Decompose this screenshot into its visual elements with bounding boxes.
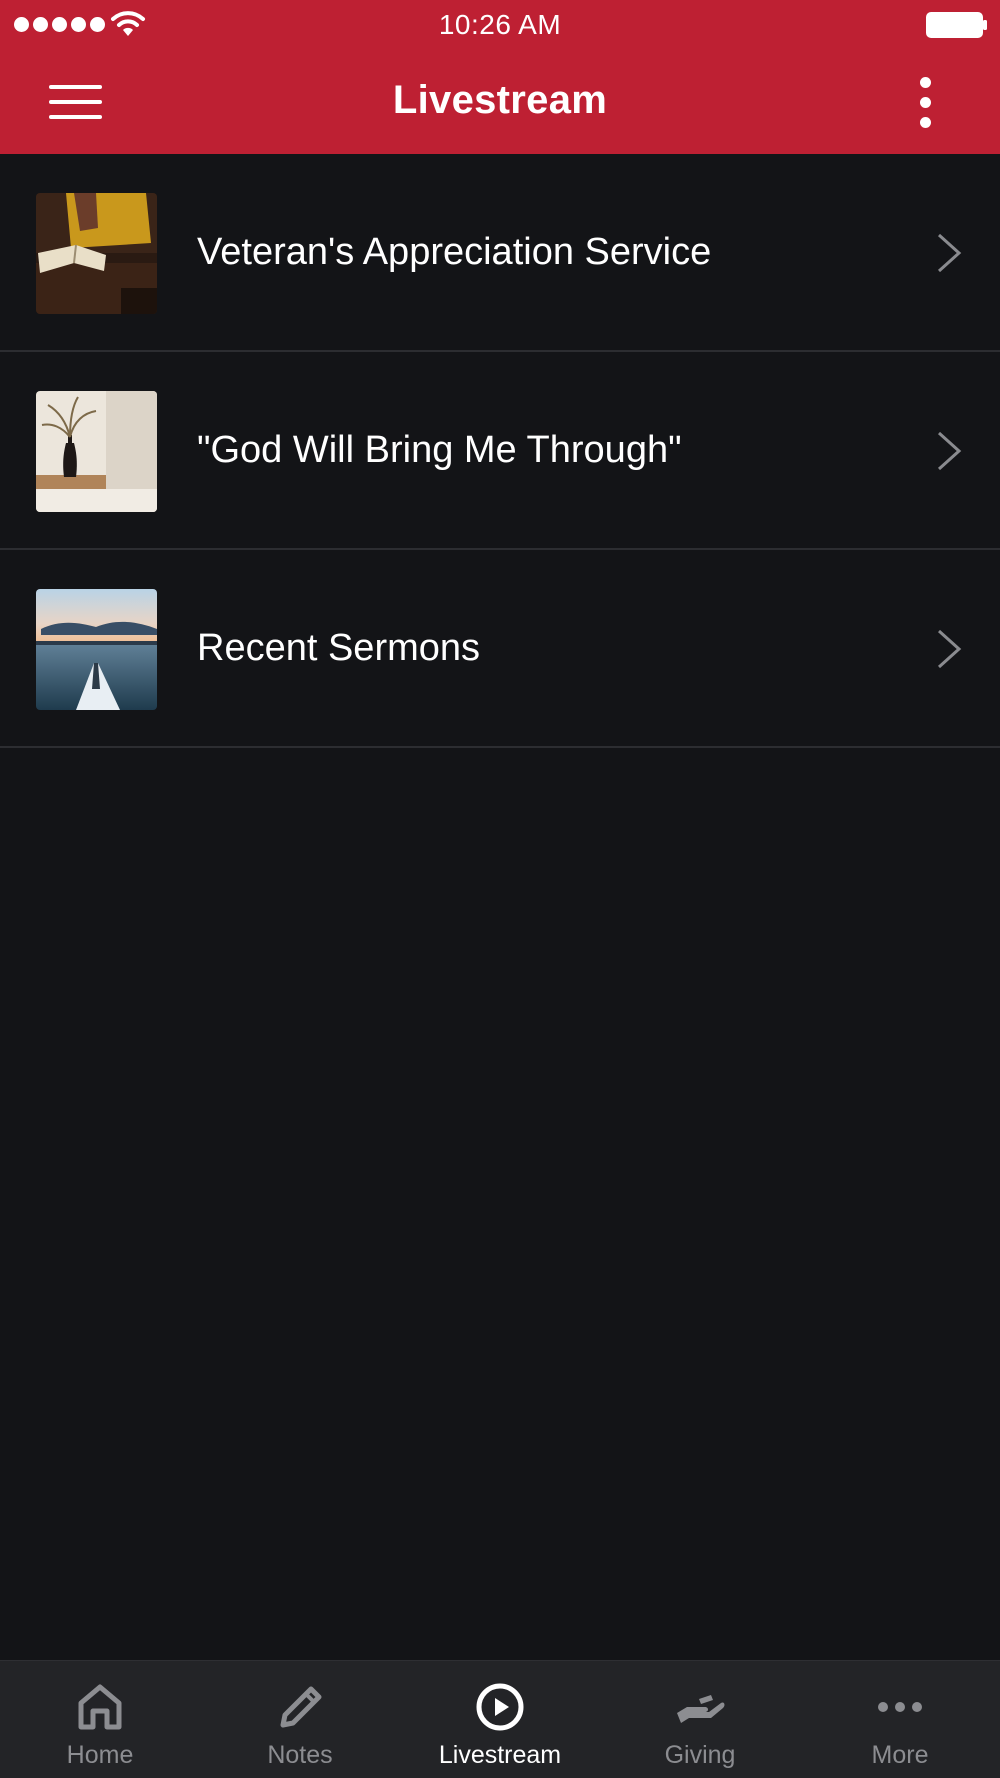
- status-bar: 10:26 AM: [0, 0, 1000, 50]
- chevron-right-icon: [937, 233, 962, 273]
- tab-label: Giving: [664, 1741, 736, 1769]
- home-icon: [78, 1684, 122, 1730]
- vertical-ellipsis-icon[interactable]: [900, 70, 950, 134]
- tab-label: Notes: [267, 1741, 333, 1769]
- list-item[interactable]: Recent Sermons: [0, 550, 1000, 748]
- list-item[interactable]: "God Will Bring Me Through": [0, 352, 1000, 550]
- page-title: Livestream: [392, 78, 608, 122]
- chevron-right-icon: [937, 431, 962, 471]
- tab-giving[interactable]: Giving: [600, 1661, 800, 1778]
- kayak-on-lake-at-sunset-image: [36, 589, 157, 710]
- app-header: 10:26 AM Livestream: [0, 0, 1000, 154]
- vase-with-dried-plant-image: [36, 391, 157, 512]
- tab-label: More: [871, 1741, 929, 1769]
- battery-icon: [926, 12, 987, 38]
- list-item-label: Recent Sermons: [197, 627, 481, 669]
- play-circle-icon: [476, 1683, 524, 1731]
- list-item-label: Veteran's Appreciation Service: [197, 231, 712, 273]
- status-time: 10:26 AM: [438, 9, 562, 40]
- tab-label: Home: [66, 1741, 134, 1769]
- bottom-tab-bar: Home Notes Livestream Giving More: [0, 1660, 1000, 1778]
- tab-livestream[interactable]: Livestream: [400, 1661, 600, 1778]
- tab-more[interactable]: More: [800, 1661, 1000, 1778]
- pencil-icon: [280, 1686, 322, 1728]
- nav-bar: Livestream: [0, 50, 1000, 154]
- tab-notes[interactable]: Notes: [200, 1661, 400, 1778]
- chevron-right-icon: [937, 629, 962, 669]
- list-item[interactable]: Veteran's Appreciation Service: [0, 154, 1000, 352]
- giving-hand-icon: [677, 1695, 725, 1723]
- person-reading-bible-image: [36, 193, 157, 314]
- tab-label: Livestream: [438, 1741, 562, 1769]
- tab-home[interactable]: Home: [0, 1661, 200, 1778]
- list-item-label: "God Will Bring Me Through": [197, 429, 682, 471]
- horizontal-ellipsis-icon: [878, 1702, 922, 1712]
- livestream-list: Veteran's Appreciation Service "God Will…: [0, 154, 1000, 748]
